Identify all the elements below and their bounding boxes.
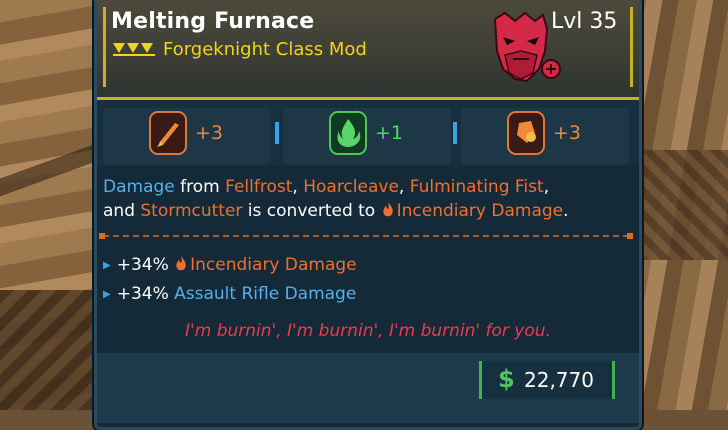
desc-keyword: Damage	[103, 177, 175, 197]
desc-text: and	[103, 201, 141, 221]
skill-bonus-row: +3 +1 +3	[97, 100, 639, 166]
bullet-icon: ▶	[103, 289, 111, 300]
desc-text: ,	[543, 177, 550, 197]
item-description: Damage from Fellfrost, Hoarcleave, Fulmi…	[103, 175, 629, 223]
item-name: Melting Furnace	[111, 9, 315, 34]
desc-keyword: Stormcutter	[140, 201, 243, 221]
incendiary-flame-icon	[176, 256, 186, 271]
item-level: Lvl 35	[551, 9, 618, 34]
skill-bonus-3[interactable]: +3	[461, 108, 629, 164]
desc-text: ,	[398, 177, 410, 197]
skill-bonus-1[interactable]: +3	[103, 108, 271, 164]
desc-keyword: Fulminating Fist	[409, 177, 544, 197]
skill-bonus-2-count: +1	[375, 122, 404, 144]
item-price: 22,770	[524, 368, 594, 392]
desc-keyword: Hoarcleave	[303, 177, 399, 197]
stat-value: +34%	[116, 255, 169, 275]
skill-separator	[453, 122, 457, 144]
desc-keyword: Fellfrost	[225, 177, 293, 197]
desc-text: ,	[292, 177, 304, 197]
desc-text: is converted to	[242, 201, 381, 221]
stat-line-2: ▶ +34% Assault Rifle Damage	[103, 284, 356, 304]
currency-icon: $	[498, 365, 515, 393]
rarity-chevrons-icon	[113, 43, 155, 56]
incendiary-flame-icon	[382, 202, 393, 217]
flavor-text: I'm burnin', I'm burnin', I'm burnin' fo…	[185, 321, 551, 341]
item-footer: $ 22,770	[97, 353, 639, 423]
green-flame-skill-icon	[329, 111, 367, 155]
desc-text: from	[174, 177, 226, 197]
skill-bonus-3-count: +3	[553, 122, 582, 144]
header-edge-right	[630, 7, 633, 87]
section-divider	[99, 233, 633, 239]
bullet-icon: ▶	[103, 260, 111, 271]
background-right	[628, 0, 728, 410]
stat-label: Assault Rifle Damage	[174, 284, 357, 304]
skill-bonus-1-count: +3	[195, 122, 224, 144]
shield-skill-icon	[507, 111, 545, 155]
desc-keyword: Incendiary Damage	[396, 201, 564, 221]
header-edge-left	[103, 7, 106, 87]
price-box: $ 22,770	[479, 361, 615, 399]
rocket-skill-icon	[149, 111, 187, 155]
desc-text: .	[563, 201, 569, 221]
item-card: Melting Furnace Forgeknight Class Mod Lv…	[94, 0, 642, 430]
background-left	[0, 0, 100, 410]
item-type: Forgeknight Class Mod	[163, 39, 367, 60]
item-header: Melting Furnace Forgeknight Class Mod Lv…	[97, 0, 639, 100]
stat-label: Incendiary Damage	[190, 255, 357, 275]
divider-dot	[627, 233, 633, 239]
skill-separator	[275, 122, 279, 144]
stat-value: +34%	[116, 284, 169, 304]
divider-dot	[99, 233, 105, 239]
skill-bonus-2[interactable]: +1	[283, 108, 451, 164]
stat-line-1: ▶ +34% Incendiary Damage	[103, 255, 357, 275]
